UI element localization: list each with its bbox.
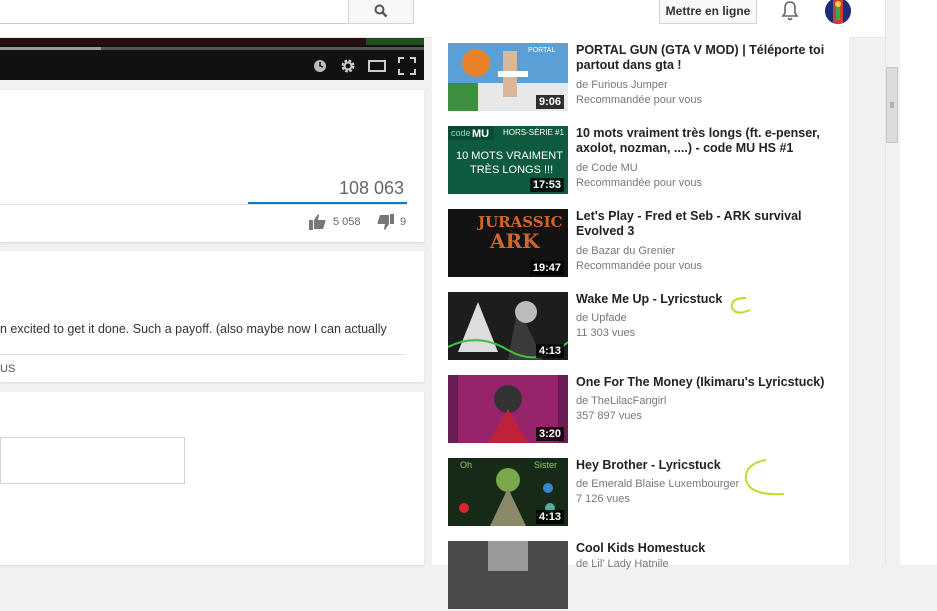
like-count: 5 058	[333, 216, 361, 228]
description-text: n excited to get it done. Such a payoff.…	[0, 322, 387, 336]
thumb-caption: ARK	[490, 229, 540, 253]
page-scrollbar-thumb[interactable]	[886, 67, 898, 143]
channel-name: de Code MU	[576, 162, 638, 174]
video-thumbnail[interactable]: code MU HORS-SÉRIE #1 10 MOTS VRAIMENT T…	[448, 126, 568, 194]
comments-card	[0, 392, 424, 565]
right-margin	[900, 0, 937, 565]
video-meta: 11 303 vues	[576, 327, 636, 339]
video-title[interactable]: PORTAL GUN (GTA V MOD) | Téléporte toi p…	[576, 43, 828, 73]
video-title[interactable]: One For The Money (Ikimaru's Lyricstuck)	[576, 375, 828, 390]
thumb-caption: TRÈS LONGS !!!	[470, 164, 554, 176]
handwritten-annotation-mark	[730, 297, 751, 314]
related-video-item[interactable]: code MU HORS-SÉRIE #1 10 MOTS VRAIMENT T…	[448, 126, 848, 196]
video-title[interactable]: 10 mots vraiment très longs (ft. e-pense…	[576, 126, 828, 156]
svg-text:code: code	[451, 128, 471, 138]
upload-button[interactable]: Mettre en ligne	[659, 0, 757, 24]
channel-name: de TheLilacFangirl	[576, 395, 667, 407]
svg-text:PORTAL: PORTAL	[528, 47, 555, 54]
related-video-item[interactable]: 4:13 Wake Me Up - Lyricstuck de Upfade 1…	[448, 292, 848, 362]
video-duration: 3:20	[535, 427, 564, 441]
video-thumbnail[interactable]: JURASSIC ARK 19:47	[448, 209, 568, 277]
related-video-item[interactable]: PORTAL 9:06 PORTAL GUN (GTA V MOD) | Tél…	[448, 43, 848, 113]
channel-name: de Emerald Blaise Luxembourger	[576, 478, 740, 490]
search-input[interactable]	[0, 0, 349, 24]
dislike-button[interactable]: 9	[376, 214, 406, 230]
video-duration: 4:13	[535, 510, 564, 524]
video-thumbnail[interactable]: 3:20	[448, 375, 568, 443]
channel-name: de Bazar du Grenier	[576, 245, 676, 257]
account-avatar[interactable]	[825, 0, 851, 24]
clock-icon[interactable]	[311, 57, 329, 75]
related-video-item[interactable]: JURASSIC ARK 19:47 Let's Play - Fred et …	[448, 209, 848, 279]
handwritten-annotation-mark	[744, 459, 785, 496]
video-duration: 4:13	[535, 344, 564, 358]
video-meta: Recommandée pour vous	[576, 177, 702, 189]
video-meta: 357 897 vues	[576, 410, 643, 422]
thumb-caption: Oh	[460, 460, 473, 470]
related-video-item[interactable]: Oh Sister 4:13 Hey Brother - Lyricstuck …	[448, 458, 848, 528]
channel-name: de Furious Jumper	[576, 79, 668, 91]
dislike-count: 9	[400, 216, 407, 228]
theater-mode-icon[interactable]	[368, 57, 386, 75]
thumbs-down-icon	[377, 214, 394, 230]
video-thumbnail[interactable]: 4:13	[448, 292, 568, 360]
search-button[interactable]	[348, 0, 414, 24]
show-more-link[interactable]: US	[0, 363, 15, 375]
related-videos-sidebar: PORTAL 9:06 PORTAL GUN (GTA V MOD) | Tél…	[432, 37, 849, 609]
video-meta: 7 126 vues	[576, 493, 630, 505]
channel-name: de Upfade	[576, 312, 627, 324]
related-video-item[interactable]: 3:20 One For The Money (Ikimaru's Lyrics…	[448, 375, 848, 445]
video-thumbnail[interactable]: Oh Sister 4:13	[448, 458, 568, 526]
thumb-caption: Sister	[534, 460, 558, 470]
video-meta: Recommandée pour vous	[576, 94, 702, 106]
thumbs-up-icon	[309, 214, 326, 230]
video-duration: 17:53	[529, 178, 564, 192]
notifications-bell-icon[interactable]	[780, 0, 800, 22]
related-video-item[interactable]: Cool Kids Homestuck de Lil' Lady Hatnile	[448, 541, 848, 611]
search-icon	[374, 4, 388, 18]
video-title[interactable]: Let's Play - Fred et Seb - ARK survival …	[576, 209, 828, 239]
thumb-caption: HORS-SÉRIE #1	[503, 128, 564, 137]
settings-gear-icon[interactable]	[339, 57, 357, 75]
video-title[interactable]: Wake Me Up - Lyricstuck	[576, 292, 828, 307]
fullscreen-icon[interactable]	[398, 57, 416, 75]
top-bar: Mettre en ligne	[0, 0, 885, 38]
video-info-card: 108 063 5 058 9	[0, 90, 424, 242]
thumb-caption: 10 MOTS VRAIMENT	[456, 150, 563, 162]
video-duration: 19:47	[529, 261, 564, 275]
video-thumbnail[interactable]	[448, 541, 568, 609]
channel-name: de Lil' Lady Hatnile	[576, 558, 669, 570]
video-duration: 9:06	[535, 95, 564, 109]
video-player[interactable]	[0, 38, 424, 80]
video-meta: Recommandée pour vous	[576, 260, 702, 272]
like-button[interactable]: 5 058	[309, 214, 361, 230]
view-count: 108 063	[339, 178, 405, 198]
description-card: n excited to get it done. Such a payoff.…	[0, 251, 424, 382]
video-title[interactable]: Cool Kids Homestuck	[576, 541, 828, 556]
comment-input[interactable]	[0, 437, 185, 484]
svg-text:MU: MU	[472, 128, 489, 140]
video-thumbnail[interactable]: PORTAL 9:06	[448, 43, 568, 111]
progress-bar[interactable]	[0, 47, 424, 50]
